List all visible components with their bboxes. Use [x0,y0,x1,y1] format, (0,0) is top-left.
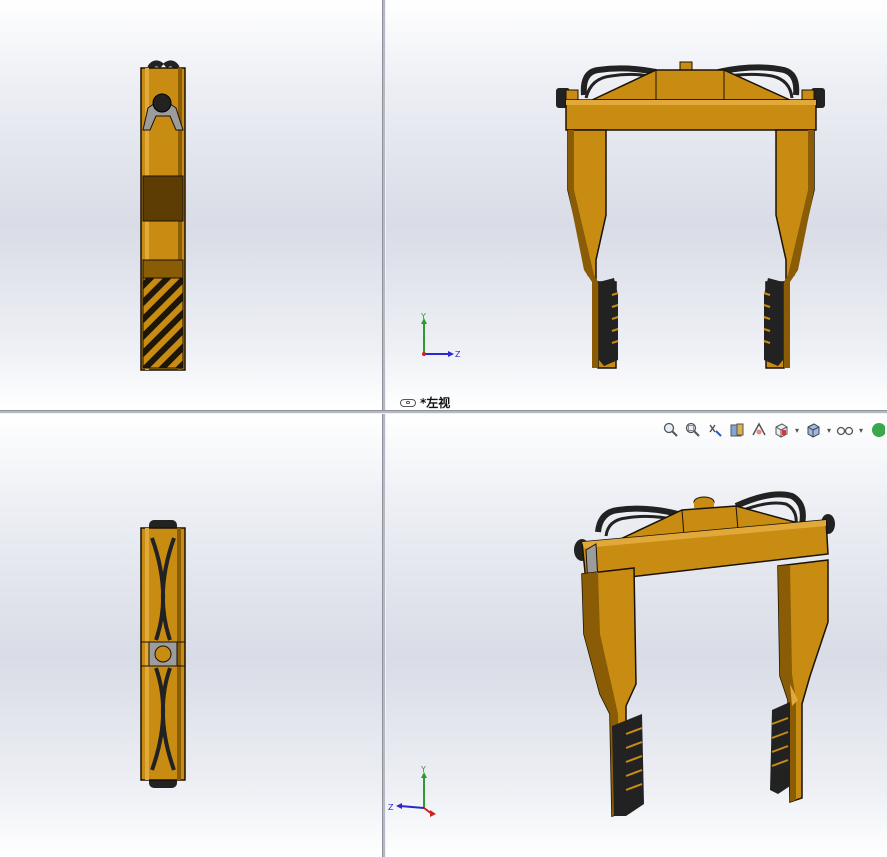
triad-z-label: Z [388,803,394,812]
triad-y-label: Y [420,765,426,774]
triad-z-arrow [448,351,454,357]
coordinate-triad: Y Z [420,312,461,359]
viewport-label-text: *左视 [420,396,451,410]
viewport-label: *左视 [400,394,450,410]
viewport-bottom-right[interactable]: Y Z ▾ ▾ ▾ [386,414,887,857]
dynamic-annotation-icon[interactable] [749,420,769,440]
model-isometric-view [574,491,835,817]
triad-z-arrow [396,803,402,809]
viewport-divider-vertical[interactable] [382,0,386,857]
triad-x-arrow [430,810,436,817]
chevron-down-icon[interactable]: ▾ [793,426,801,435]
zoom-to-area-icon[interactable] [683,420,703,440]
coordinate-triad-iso: Y Z [388,765,436,817]
triad-z-label: Z [455,350,461,359]
model-top-view [140,520,186,788]
model-side-view [140,60,186,371]
viewport-top-left[interactable] [0,0,382,410]
zoom-to-fit-icon[interactable] [661,420,681,440]
edit-appearance-icon[interactable] [867,420,887,440]
hide-show-items-icon[interactable] [835,420,855,440]
chevron-down-icon[interactable]: ▾ [857,426,865,435]
previous-view-icon[interactable] [705,420,725,440]
triad-z-axis [399,805,425,809]
link-icon [400,398,416,407]
display-style-icon[interactable] [803,420,823,440]
triad-x-origin [422,352,426,356]
section-view-icon[interactable] [727,420,747,440]
viewport-bottom-left[interactable] [0,414,382,857]
viewport-divider-horizontal[interactable] [0,410,887,414]
view-orientation-icon[interactable] [771,420,791,440]
chevron-down-icon[interactable]: ▾ [825,426,833,435]
viewport-top-right[interactable]: Y Z *左视 [386,0,887,410]
heads-up-view-toolbar: ▾ ▾ ▾ [661,420,887,440]
triad-y-label: Y [420,312,426,321]
